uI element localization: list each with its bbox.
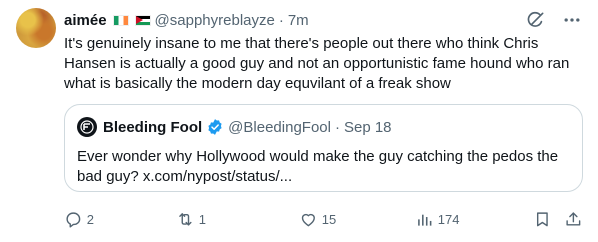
repost-count: 1 [198,211,206,227]
more-icon [564,18,580,22]
tweet-text: It's genuinely insane to me that there's… [64,35,570,92]
separator-dot: · [278,11,284,29]
analytics-icon [418,214,432,226]
action-bar: 2 1 15 174 [64,207,586,231]
like-count: 15 [321,211,337,227]
bookmark-icon [536,212,548,226]
quoted-display-name: Bleeding Fool [103,118,203,136]
header-actions [524,8,584,32]
user-handle[interactable]: @sapphyreblayze [155,12,275,29]
view-count: 174 [437,211,460,227]
quoted-separator-dot: · [334,118,340,136]
quoted-tweet-header: Bleeding Fool @BleedingFool · Sep 18 [77,117,392,137]
heart-icon [301,213,315,226]
like-button[interactable]: 15 [299,207,336,231]
quoted-handle: @BleedingFool [228,118,331,136]
more-options-button[interactable] [560,8,584,32]
reply-icon [66,212,81,228]
bookmark-button[interactable] [533,207,552,231]
reply-count: 2 [86,211,94,227]
ireland-flag-icon [112,14,129,26]
repost-icon [179,212,192,226]
views-button[interactable]: 174 [415,207,459,231]
share-icon [566,212,581,226]
quoted-tweet-text: Ever wonder why Hollywood would make the… [77,148,559,185]
share-button[interactable] [564,207,583,231]
quoted-tweet[interactable]: Bleeding Fool @BleedingFool · Sep 18 Eve… [64,104,583,192]
tweet-header: aimée @sapphyreblayze · 7m [64,10,309,30]
repost-button[interactable]: 1 [176,207,206,231]
tweet[interactable]: aimée @sapphyreblayze · 7m It's genuinel… [0,0,598,242]
grok-icon [527,11,544,27]
display-name[interactable]: aimée [64,12,107,29]
bleeding-fool-logo-icon [80,120,94,134]
quoted-avatar [77,117,97,137]
timestamp[interactable]: 7m [288,12,309,29]
reply-button[interactable]: 2 [64,207,94,231]
verified-badge-icon [208,119,222,135]
grok-button[interactable] [524,8,548,32]
quoted-date: Sep 18 [343,118,392,136]
avatar[interactable] [16,8,56,48]
palestine-flag-icon [134,14,151,26]
